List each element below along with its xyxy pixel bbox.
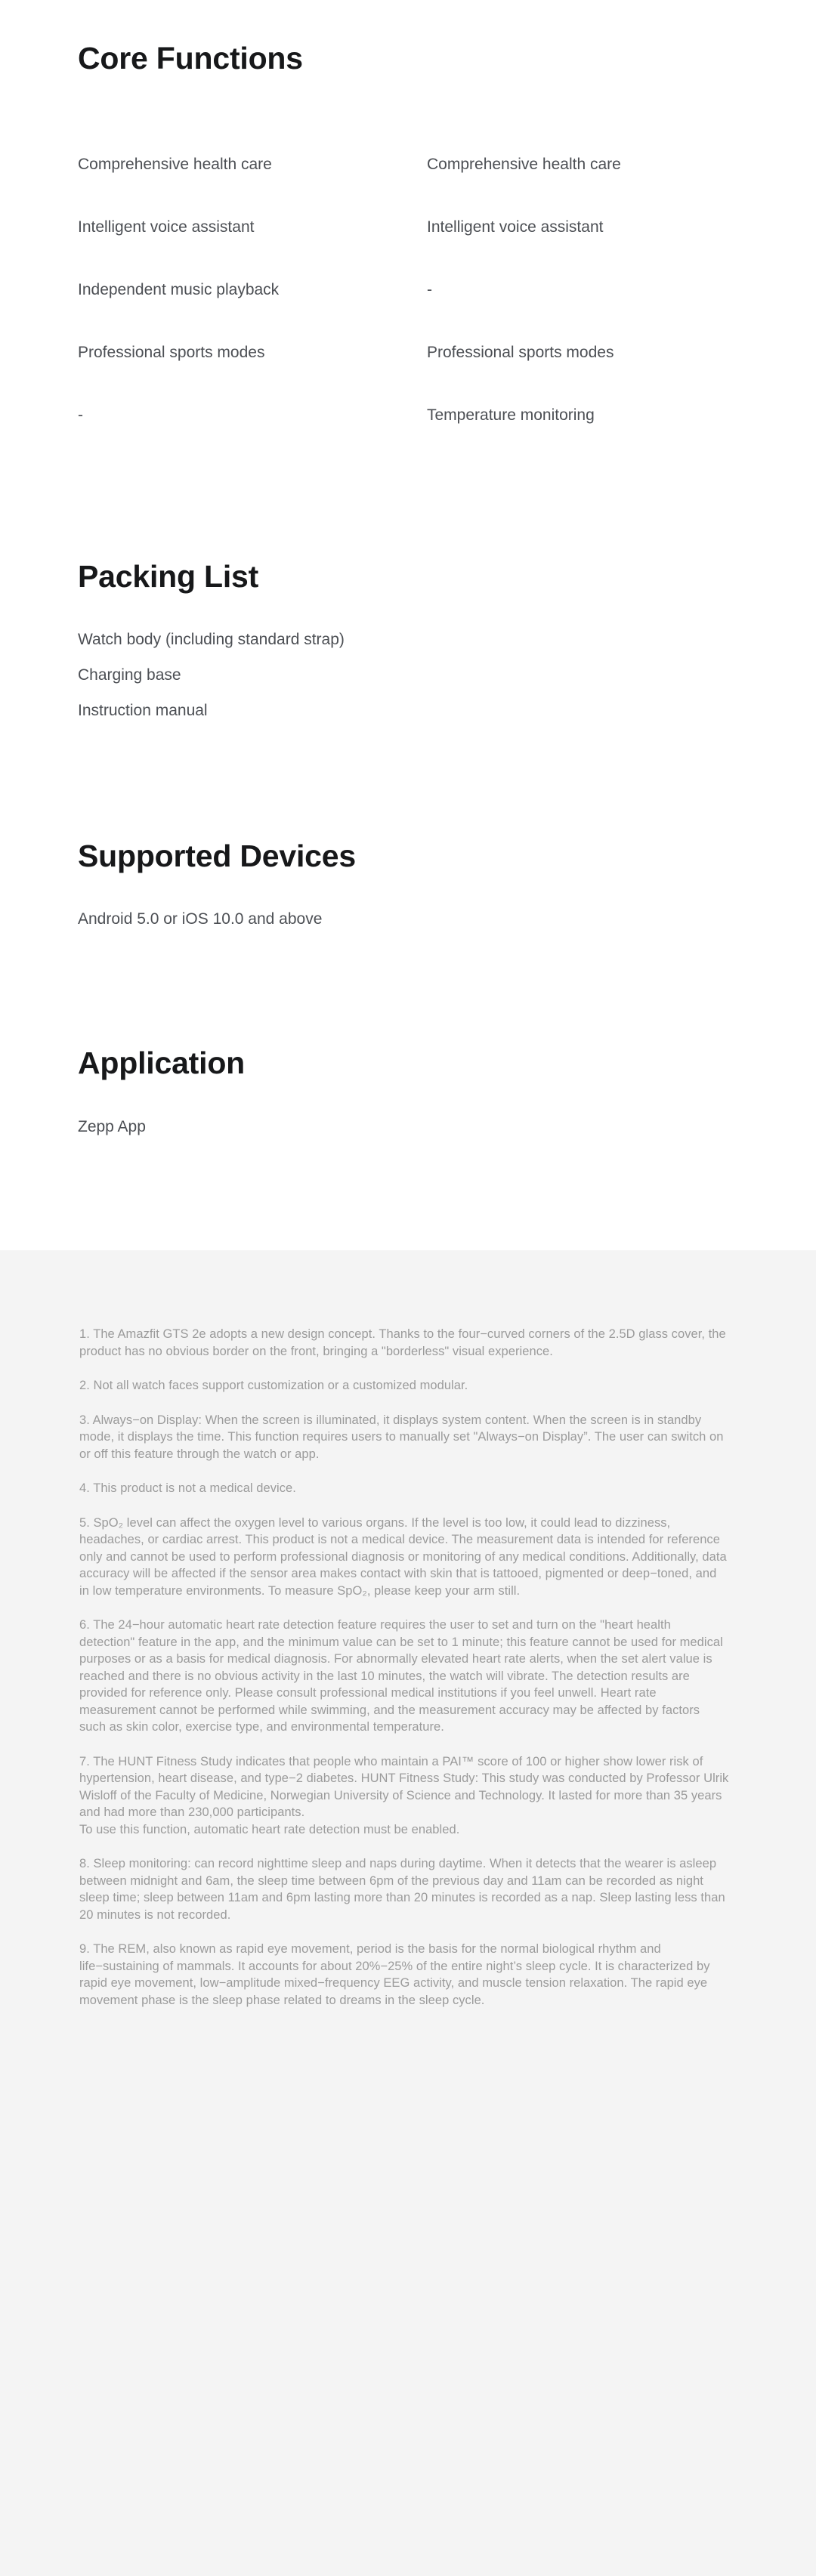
supported-devices-heading: Supported Devices xyxy=(78,839,356,873)
core-function-left-2: Independent music playback xyxy=(78,281,280,298)
packing-list-heading: Packing List xyxy=(78,559,259,594)
table-row: Intelligent voice assistant Intelligent … xyxy=(0,216,816,239)
footnote-2: 2. Not all watch faces support customiza… xyxy=(79,1379,468,1392)
list-item: Android 5.0 or iOS 10.0 and above xyxy=(78,910,323,928)
core-function-right-1: Intelligent voice assistant xyxy=(427,218,604,236)
core-function-right-3: Professional sports modes xyxy=(427,344,614,361)
list-item: Charging base xyxy=(78,666,181,684)
core-function-left-0: Comprehensive health care xyxy=(78,156,272,173)
footnote-4: 4. This product is not a medical device. xyxy=(79,1481,296,1495)
footnotes-list: 1. The Amazfit GTS 2e adopts a new desig… xyxy=(79,1326,729,2009)
footnote-8: 8. Sleep monitoring: can record nighttim… xyxy=(79,1857,725,1922)
specifications-section: Core Functions Comprehensive health care… xyxy=(0,0,816,1250)
core-function-left-1: Intelligent voice assistant xyxy=(78,218,255,236)
footnote-6: 6. The 24−hour automatic heart rate dete… xyxy=(79,1618,723,1734)
core-function-right-0: Comprehensive health care xyxy=(427,156,621,173)
core-function-left-3: Professional sports modes xyxy=(78,344,265,361)
list-item: Instruction manual xyxy=(78,702,208,719)
footnote-3: 3. Always−on Display: When the screen is… xyxy=(79,1413,724,1461)
footnotes-section: 1. The Amazfit GTS 2e adopts a new desig… xyxy=(0,1250,816,2576)
footnote-9: 9. The REM, also known as rapid eye move… xyxy=(79,1942,710,2007)
core-functions-heading: Core Functions xyxy=(78,41,303,76)
table-row: Professional sports modes Professional s… xyxy=(0,341,816,364)
core-function-left-4: - xyxy=(78,406,83,424)
supported-devices-items: Android 5.0 or iOS 10.0 and above xyxy=(78,901,322,937)
packing-list-items: Watch body (including standard strap) Ch… xyxy=(78,622,345,728)
core-function-right-2: - xyxy=(427,281,432,298)
product-spec-page: Core Functions Comprehensive health care… xyxy=(0,0,816,2576)
footnote-5: 5. SpO₂ level can affect the oxygen leve… xyxy=(79,1515,727,1598)
core-function-right-4: Temperature monitoring xyxy=(427,406,595,424)
table-row: Comprehensive health care Comprehensive … xyxy=(0,153,816,176)
list-item: Zepp App xyxy=(78,1118,146,1135)
application-items: Zepp App xyxy=(78,1109,146,1144)
table-row: - Temperature monitoring xyxy=(0,404,816,427)
footnote-1: 1. The Amazfit GTS 2e adopts a new desig… xyxy=(79,1327,726,1358)
footnote-7: 7. The HUNT Fitness Study indicates that… xyxy=(79,1754,729,1836)
application-heading: Application xyxy=(78,1046,246,1080)
list-item: Watch body (including standard strap) xyxy=(78,631,345,648)
table-row: Independent music playback - xyxy=(0,279,816,301)
